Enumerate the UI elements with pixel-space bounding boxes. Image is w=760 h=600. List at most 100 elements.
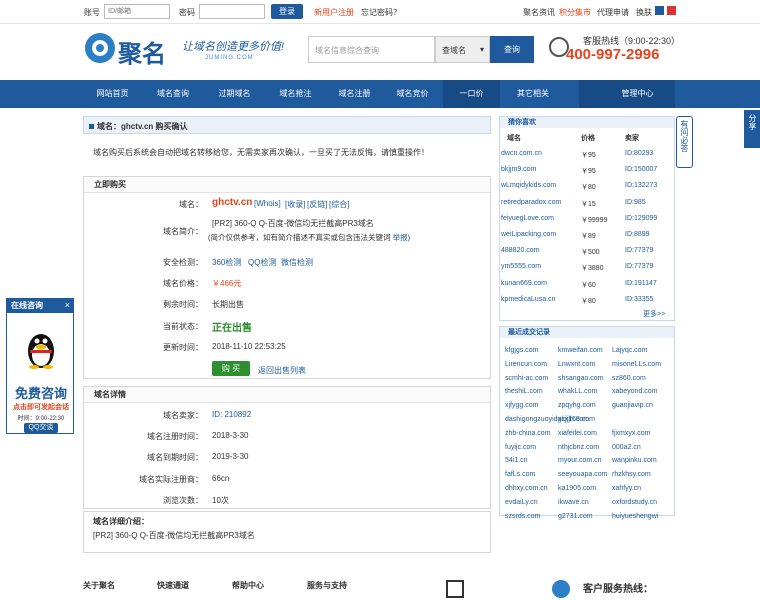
nav-register[interactable]: 域名注册 xyxy=(326,80,383,108)
recent-domain[interactable]: dhhxy.com.cn xyxy=(505,485,548,492)
guess-domain[interactable]: kunan669.com xyxy=(501,280,547,287)
check-360-link[interactable]: 360检测 xyxy=(212,257,241,268)
guess-domain[interactable]: 488820.com xyxy=(501,247,540,254)
back-to-list-link[interactable]: 返回出售列表 xyxy=(258,365,306,376)
recent-domain[interactable]: ka1905.com xyxy=(558,485,596,492)
recent-domain[interactable]: fafLs.com xyxy=(505,471,535,478)
points-market-link[interactable]: 积分集市 xyxy=(559,7,591,18)
search-type-select[interactable]: 查域名 ▾ xyxy=(435,36,490,63)
recent-domain[interactable]: myour.com.cn xyxy=(558,457,602,464)
register-link[interactable]: 新用户注册 xyxy=(314,7,354,18)
guess-seller[interactable]: ID:8899 xyxy=(625,231,650,238)
recent-domain[interactable]: wanpinku.com xyxy=(612,457,657,464)
guess-domain[interactable]: feiyuegLove.com xyxy=(501,215,554,222)
check-wechat-link[interactable]: 微信检测 xyxy=(281,257,313,268)
guess-seller[interactable]: ID:33355 xyxy=(625,296,653,303)
recent-domain[interactable]: kmweifan.com xyxy=(558,347,603,354)
password-input[interactable] xyxy=(199,4,265,19)
recent-domain[interactable]: zhb-china.com xyxy=(505,430,551,437)
recent-domain[interactable]: szsrds.com xyxy=(505,513,540,520)
guess-domain[interactable]: bkjjm9.com xyxy=(501,166,536,173)
recent-domain[interactable]: fjxmxyx.com xyxy=(612,430,651,437)
guess-domain[interactable]: ym5555.com xyxy=(501,263,541,270)
recent-domain[interactable]: seeyouapa.com xyxy=(558,471,607,478)
agent-apply-link[interactable]: 代理申请 xyxy=(597,7,629,18)
close-icon[interactable]: × xyxy=(65,300,70,310)
recent-domain[interactable]: sz860.com xyxy=(612,375,646,382)
overall-link[interactable]: [综合] xyxy=(329,199,349,210)
recent-domain[interactable]: xcjj168.com xyxy=(558,416,595,423)
recent-domain[interactable]: nthjcbnz.com xyxy=(558,444,599,451)
nav-auction[interactable]: 域名竞价 xyxy=(384,80,441,108)
guess-domain[interactable]: retiredparadox.com xyxy=(501,199,561,206)
indexed-link[interactable]: [收录] xyxy=(285,199,305,210)
recent-domain[interactable]: fuyijc.com xyxy=(505,444,536,451)
forgot-password-link[interactable]: 忘记密码？ xyxy=(361,7,401,18)
buy-button[interactable]: 购 买 xyxy=(212,361,250,376)
recent-domain[interactable]: xjfygg.com xyxy=(505,402,538,409)
guess-seller[interactable]: ID:150007 xyxy=(625,166,657,173)
nav-snatch[interactable]: 域名抢注 xyxy=(267,80,324,108)
nav-other[interactable]: 其它相关 xyxy=(503,80,563,108)
seller-value[interactable]: ID: 210892 xyxy=(212,410,251,419)
recent-domain[interactable]: Lajyqc.com xyxy=(612,347,647,354)
guess-seller[interactable]: ID:191147 xyxy=(625,280,657,287)
recent-domain[interactable]: whakLL.com xyxy=(558,388,597,395)
search-button[interactable]: 查询 xyxy=(490,36,534,63)
recent-domain[interactable]: Lirencun.com xyxy=(505,361,547,368)
search-input[interactable]: 域名信息综合查询 xyxy=(308,36,435,63)
faq-button[interactable]: 有问必答 xyxy=(676,116,693,168)
recent-domain[interactable]: Lnwxnt.com xyxy=(558,361,595,368)
login-button[interactable]: 登录 xyxy=(271,4,303,19)
recent-domain[interactable]: xahfyy.cn xyxy=(612,485,641,492)
recent-domain[interactable]: scmhi-ac.com xyxy=(505,375,548,382)
share-button[interactable]: 分享 xyxy=(744,110,760,148)
guess-domain[interactable]: weiLipacking.com xyxy=(501,231,556,238)
backlinks-link[interactable]: [反链] xyxy=(307,199,327,210)
recent-domain[interactable]: ikwave.cn xyxy=(558,499,589,506)
recent-domain[interactable]: evdaiLy.cn xyxy=(505,499,538,506)
guess-seller[interactable]: ID:77379 xyxy=(625,263,653,270)
recent-domain[interactable]: kfgjgs.com xyxy=(505,347,538,354)
recent-domain[interactable]: shsangao.com xyxy=(558,375,604,382)
guess-seller[interactable]: ID:80293 xyxy=(625,150,653,157)
guess-domain[interactable]: dwcn.com.cn xyxy=(501,150,542,157)
logo-icon[interactable] xyxy=(85,33,115,63)
recent-domain[interactable]: zpqyhg.com xyxy=(558,402,596,409)
footer-service[interactable]: 服务与支持 xyxy=(307,580,347,591)
nav-manage[interactable]: 管理中心 xyxy=(600,80,675,108)
nav-fixed-price[interactable]: 一口价 xyxy=(443,80,500,108)
guess-more-link[interactable]: 更多>> xyxy=(643,309,665,319)
nav-domain-search[interactable]: 域名查询 xyxy=(143,80,203,108)
recent-domain[interactable]: xabeyond.com xyxy=(612,388,658,395)
recent-domain[interactable]: oxfordstudy.cn xyxy=(612,499,657,506)
recent-domain[interactable]: guanjiavip.cn xyxy=(612,402,653,409)
nav-expired[interactable]: 过期域名 xyxy=(206,80,263,108)
logo-text[interactable]: 聚名 xyxy=(118,34,166,69)
footer-help[interactable]: 帮助中心 xyxy=(232,580,264,591)
recent-domain[interactable]: xiafeifei.com xyxy=(558,430,597,437)
account-input[interactable] xyxy=(104,4,170,19)
recent-domain[interactable]: 000a2.cn xyxy=(612,444,641,451)
skin-blue-swatch[interactable] xyxy=(655,6,664,15)
guess-domain[interactable]: kpmedicaLusa.cn xyxy=(501,296,555,303)
guess-seller[interactable]: ID:129099 xyxy=(625,215,657,222)
footer-about[interactable]: 关于聚名 xyxy=(83,580,115,591)
guess-seller[interactable]: ID:77379 xyxy=(625,247,653,254)
guess-domain[interactable]: wLmqidykids.com xyxy=(501,182,556,189)
recent-domain[interactable]: theshiL.com xyxy=(505,388,543,395)
recent-domain[interactable]: g2731.com xyxy=(558,513,593,520)
news-link[interactable]: 聚名资讯 xyxy=(523,7,555,18)
recent-domain[interactable]: huiyueshengwi xyxy=(612,513,658,520)
whois-link[interactable]: [Whois] xyxy=(254,199,281,208)
recent-domain[interactable]: 54i1.cn xyxy=(505,457,528,464)
footer-quick[interactable]: 快速通道 xyxy=(157,580,189,591)
skin-red-swatch[interactable] xyxy=(667,6,676,15)
recent-domain[interactable]: rhzkhsy.com xyxy=(612,471,651,478)
nav-home[interactable]: 网站首页 xyxy=(86,80,139,108)
qq-chat-button[interactable]: QQ交谈 xyxy=(24,423,58,433)
check-qq-link[interactable]: QQ检测 xyxy=(248,257,276,268)
report-link[interactable]: 举报 xyxy=(393,233,408,242)
guess-seller[interactable]: ID:985 xyxy=(625,199,646,206)
guess-seller[interactable]: ID:132273 xyxy=(625,182,657,189)
